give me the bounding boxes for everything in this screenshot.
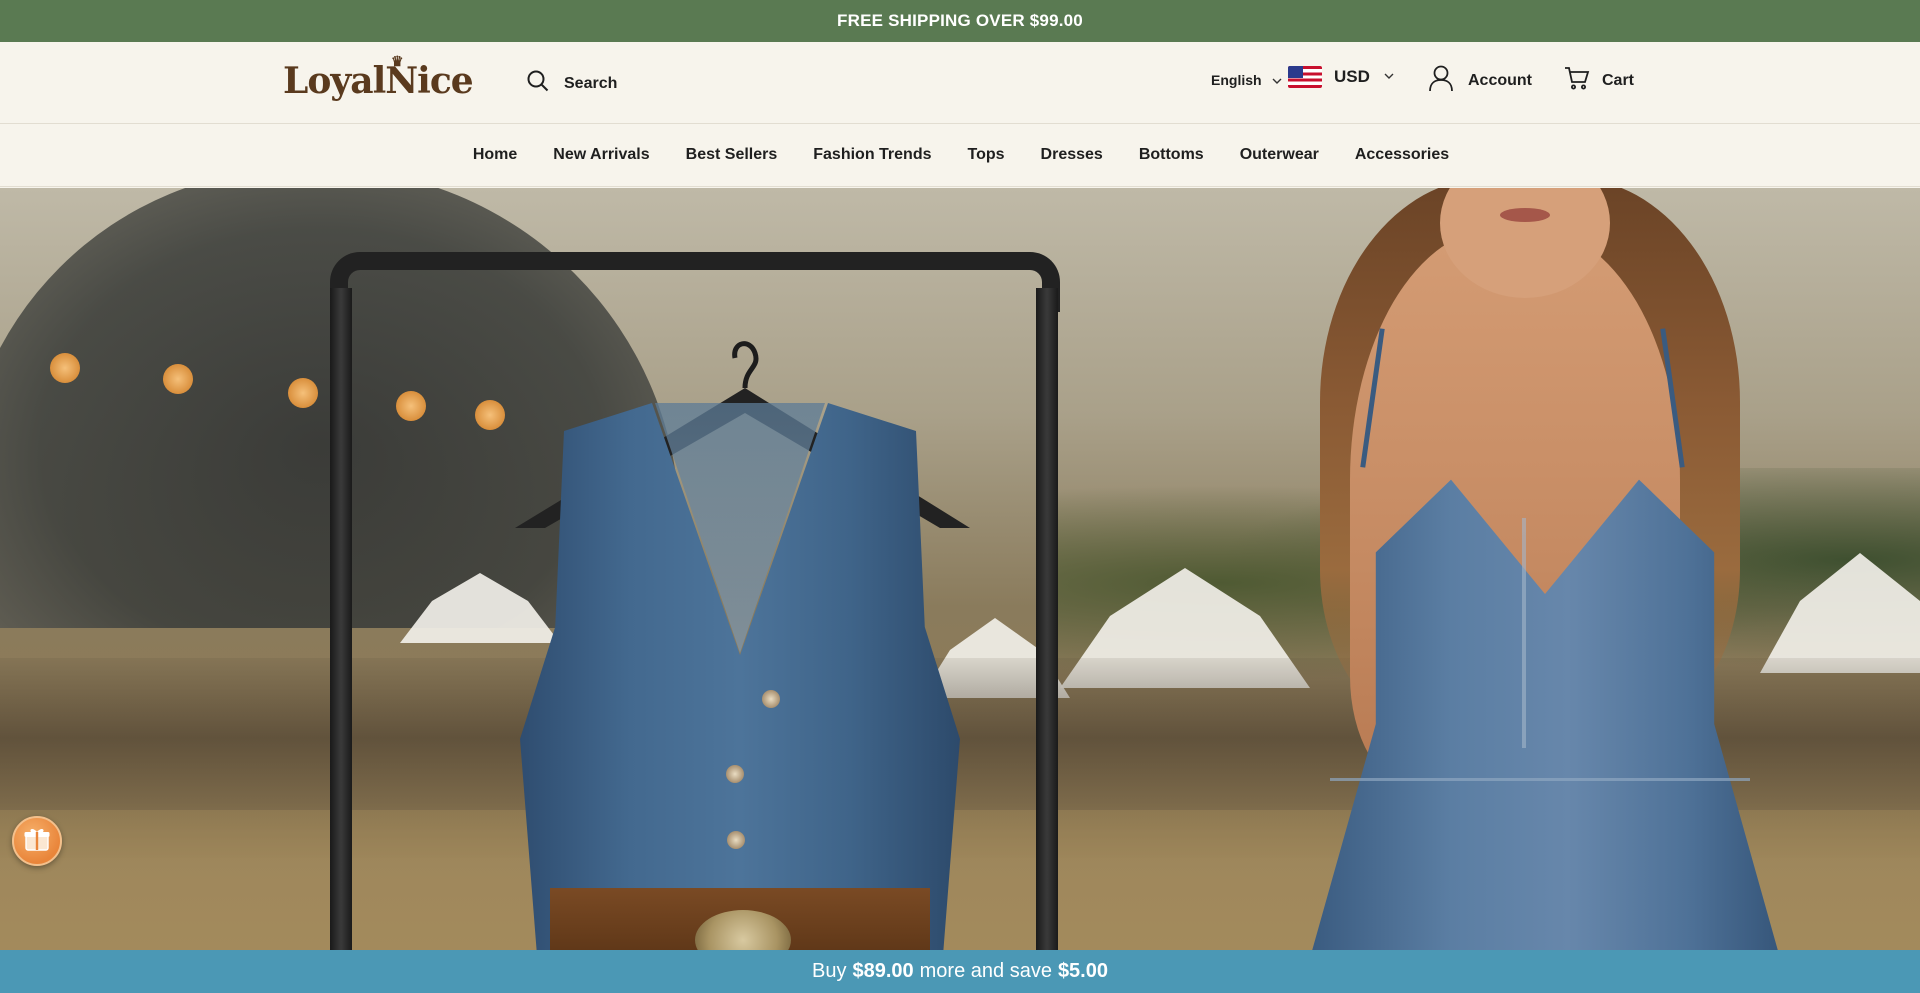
hero-model-lips: [1500, 208, 1550, 222]
nav-item-home[interactable]: Home: [473, 146, 517, 164]
currency-value: USD: [1334, 67, 1370, 86]
chevron-down-icon: [1384, 72, 1394, 83]
hero-stage-light: [163, 364, 193, 394]
nav-item-fashion-trends[interactable]: Fashion Trends: [813, 146, 931, 164]
hero-vest-button: [762, 690, 780, 708]
promo-bar[interactable]: Buy $89.00 more and save $5.00: [0, 950, 1920, 993]
user-icon: [1428, 64, 1454, 97]
promo-middle: more and save: [919, 960, 1052, 982]
site-logo[interactable]: LoyalNice ♛: [283, 54, 474, 102]
hero-stage-light: [50, 353, 80, 383]
hero-dress-tier-seam: [1330, 778, 1750, 781]
chevron-down-icon: [1272, 72, 1282, 88]
nav-item-best-sellers[interactable]: Best Sellers: [686, 146, 778, 164]
search-label: Search: [564, 74, 618, 92]
language-value: English: [1211, 72, 1262, 88]
cart-icon: [1564, 66, 1590, 95]
language-selector[interactable]: English: [1211, 72, 1282, 88]
hero-stage-light: [288, 378, 318, 408]
cart-link[interactable]: Cart: [1564, 66, 1634, 95]
nav-item-dresses[interactable]: Dresses: [1041, 146, 1103, 164]
nav-item-outerwear[interactable]: Outerwear: [1240, 146, 1319, 164]
account-label: Account: [1468, 71, 1532, 89]
site-header: LoyalNice ♛ Search English USD Account C…: [0, 42, 1920, 124]
hero-vest-button: [726, 765, 744, 783]
nav-item-new-arrivals[interactable]: New Arrivals: [553, 146, 649, 164]
hero-banner-image[interactable]: [0, 188, 1920, 950]
hero-rack-pole: [1036, 288, 1058, 950]
hero-dress-zipper: [1522, 518, 1526, 748]
logo-crown-icon: ♛: [391, 54, 404, 70]
main-navigation: Home New Arrivals Best Sellers Fashion T…: [0, 124, 1920, 187]
announcement-text: FREE SHIPPING OVER $99.00: [837, 11, 1083, 30]
cart-label: Cart: [1602, 71, 1635, 89]
nav-item-tops[interactable]: Tops: [968, 146, 1005, 164]
logo-text: LoyalNice: [283, 60, 474, 102]
us-flag-icon: [1288, 66, 1322, 88]
gift-button[interactable]: [12, 816, 62, 866]
gift-icon: [23, 826, 51, 857]
hero-clothing-rack: [330, 252, 1060, 312]
promo-prefix: Buy: [812, 960, 847, 982]
announcement-bar: FREE SHIPPING OVER $99.00: [0, 0, 1920, 42]
search-button[interactable]: Search: [526, 69, 617, 98]
hero-stage-light: [396, 391, 426, 421]
currency-selector[interactable]: USD: [1288, 66, 1394, 88]
account-link[interactable]: Account: [1428, 64, 1532, 97]
hero-vest-button: [727, 831, 745, 849]
nav-item-bottoms[interactable]: Bottoms: [1139, 146, 1204, 164]
search-icon: [526, 69, 550, 98]
promo-amount: $89.00: [852, 960, 914, 982]
nav-item-accessories[interactable]: Accessories: [1355, 146, 1449, 164]
hero-rack-pole: [330, 288, 352, 950]
promo-savings: $5.00: [1057, 960, 1108, 982]
